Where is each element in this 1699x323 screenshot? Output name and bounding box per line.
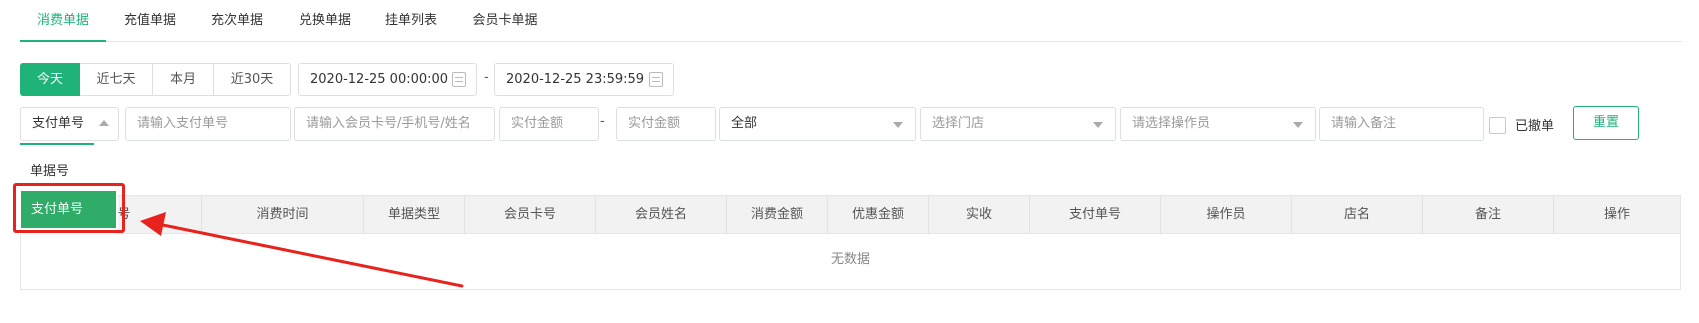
end-date-field[interactable]: 2020-12-25 23:59:59	[494, 63, 674, 96]
date-range-buttons: 今天 近七天 本月 近30天	[20, 63, 291, 96]
operator-placeholder: 请选择操作员	[1132, 116, 1211, 131]
table-header: 单据号 消费时间 单据类型 会员卡号 会员姓名 消费金额 优惠金额 实收 支付单…	[21, 196, 1680, 234]
annotation-highlight-box	[13, 183, 125, 233]
last-7-days-button[interactable]: 近七天	[80, 63, 153, 96]
calendar-icon	[452, 72, 466, 87]
search-type-value: 支付单号	[32, 116, 85, 131]
store-placeholder: 选择门店	[932, 116, 985, 131]
tab-pending-orders[interactable]: 挂单列表	[377, 0, 445, 42]
end-date-value: 2020-12-25 23:59:59	[506, 72, 645, 87]
column-header: 操作员	[1161, 196, 1292, 234]
column-header: 店名	[1292, 196, 1423, 234]
last-30-days-button[interactable]: 近30天	[214, 63, 291, 96]
amount-min-input[interactable]: 实付金额	[499, 107, 599, 141]
date-separator: -	[484, 70, 489, 85]
start-date-value: 2020-12-25 00:00:00	[310, 72, 449, 87]
amount-separator: -	[600, 114, 605, 129]
member-search-input[interactable]: 请输入会员卡号/手机号/姓名	[294, 107, 495, 141]
amount-max-input[interactable]: 实付金额	[616, 107, 716, 141]
payment-number-placeholder: 请输入支付单号	[137, 116, 229, 131]
search-type-select[interactable]: 支付单号	[20, 107, 119, 141]
column-header: 实收	[929, 196, 1030, 234]
chevron-down-icon	[893, 122, 903, 128]
start-date-field[interactable]: 2020-12-25 00:00:00	[298, 63, 477, 96]
chevron-down-icon	[1293, 122, 1303, 128]
calendar-icon	[649, 72, 663, 87]
payment-number-input[interactable]: 请输入支付单号	[125, 107, 291, 141]
member-search-placeholder: 请输入会员卡号/手机号/姓名	[306, 116, 471, 131]
tab-bar: 消费单据 充值单据 充次单据 兑换单据 挂单列表 会员卡单据	[20, 0, 1682, 42]
column-header: 会员姓名	[596, 196, 727, 234]
revoked-checkbox[interactable]	[1489, 117, 1506, 134]
column-header: 会员卡号	[465, 196, 596, 234]
column-header: 操作	[1603, 207, 1630, 222]
receipts-table: 单据号 消费时间 单据类型 会员卡号 会员姓名 消费金额 优惠金额 实收 支付单…	[20, 195, 1681, 290]
tab-consumption-receipts[interactable]: 消费单据	[20, 0, 106, 42]
store-select[interactable]: 选择门店	[920, 107, 1116, 141]
tab-count-recharge-receipts[interactable]: 充次单据	[203, 0, 271, 42]
operator-select[interactable]: 请选择操作员	[1120, 107, 1316, 141]
column-header: 备注	[1423, 196, 1554, 234]
amount-min-placeholder: 实付金额	[511, 116, 564, 131]
column-header: 消费金额	[727, 196, 828, 234]
empty-state-text: 无数据	[830, 252, 870, 267]
column-header: 优惠金额	[828, 196, 929, 234]
remark-placeholder: 请输入备注	[1331, 116, 1397, 131]
this-month-button[interactable]: 本月	[153, 63, 214, 96]
today-button[interactable]: 今天	[20, 63, 80, 96]
tab-member-card-receipts[interactable]: 会员卡单据	[464, 0, 546, 42]
type-select[interactable]: 全部	[719, 107, 916, 141]
amount-max-placeholder: 实付金额	[628, 116, 681, 131]
caret-up-icon	[99, 120, 109, 126]
type-select-value: 全部	[731, 116, 758, 131]
tab-recharge-receipts[interactable]: 充值单据	[116, 0, 184, 42]
column-header: 消费时间	[202, 196, 364, 234]
reset-button[interactable]: 重置	[1573, 106, 1639, 140]
select-focus-underline	[20, 143, 94, 145]
remark-input[interactable]: 请输入备注	[1319, 107, 1484, 141]
column-header: 支付单号	[1030, 196, 1161, 234]
revoked-label: 已撤单	[1515, 119, 1555, 134]
column-header: 单据类型	[364, 196, 465, 234]
tab-exchange-receipts[interactable]: 兑换单据	[291, 0, 359, 42]
chevron-down-icon	[1093, 122, 1103, 128]
